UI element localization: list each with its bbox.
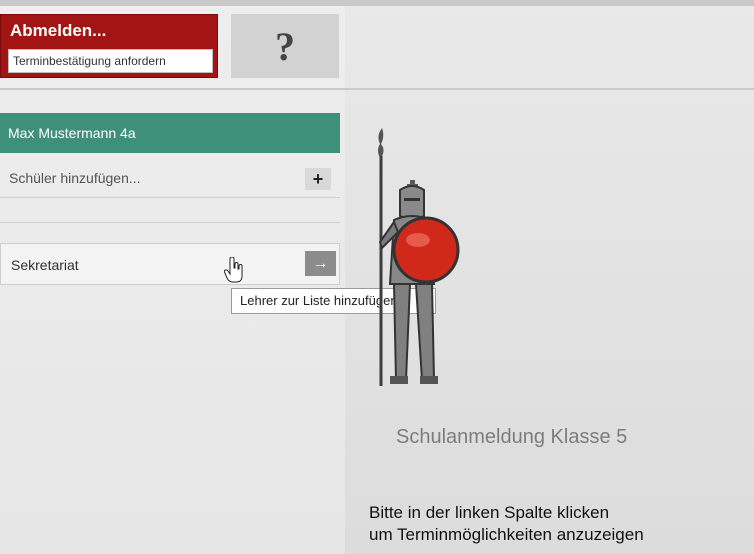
request-confirmation-button[interactable]: Terminbestätigung anfordern [8, 49, 213, 73]
page-title: Schulanmeldung Klasse 5 [396, 426, 628, 448]
teacher-row-sekretariat[interactable]: Sekretariat → [0, 243, 340, 285]
add-teacher-button[interactable]: → [305, 251, 336, 276]
add-student-button[interactable]: + [305, 168, 331, 190]
add-student-input[interactable]: Schüler hinzufügen... [9, 170, 141, 186]
hand-cursor-icon [224, 257, 243, 283]
logout-label[interactable]: Abmelden... [10, 21, 106, 41]
header-divider [0, 88, 754, 90]
top-strip [0, 0, 754, 6]
logout-button[interactable]: Abmelden... Terminbestätigung anfordern [0, 14, 218, 78]
instruction-line-1: Bitte in der linken Spalte klicken [369, 503, 610, 522]
add-student-row[interactable]: Schüler hinzufügen... + [0, 160, 340, 198]
empty-list-row [0, 198, 340, 223]
instruction-line-2: um Terminmöglichkeiten anzuzeigen [369, 525, 644, 544]
help-button[interactable]: ? [231, 14, 339, 78]
question-mark-icon[interactable]: ? [275, 23, 295, 70]
selected-student-item[interactable]: Max Mustermann 4a [0, 113, 340, 153]
teacher-label: Sekretariat [11, 257, 79, 273]
instruction-text: Bitte in der linken Spalte klicken um Te… [369, 502, 749, 546]
knight-mascot-icon [378, 128, 460, 386]
